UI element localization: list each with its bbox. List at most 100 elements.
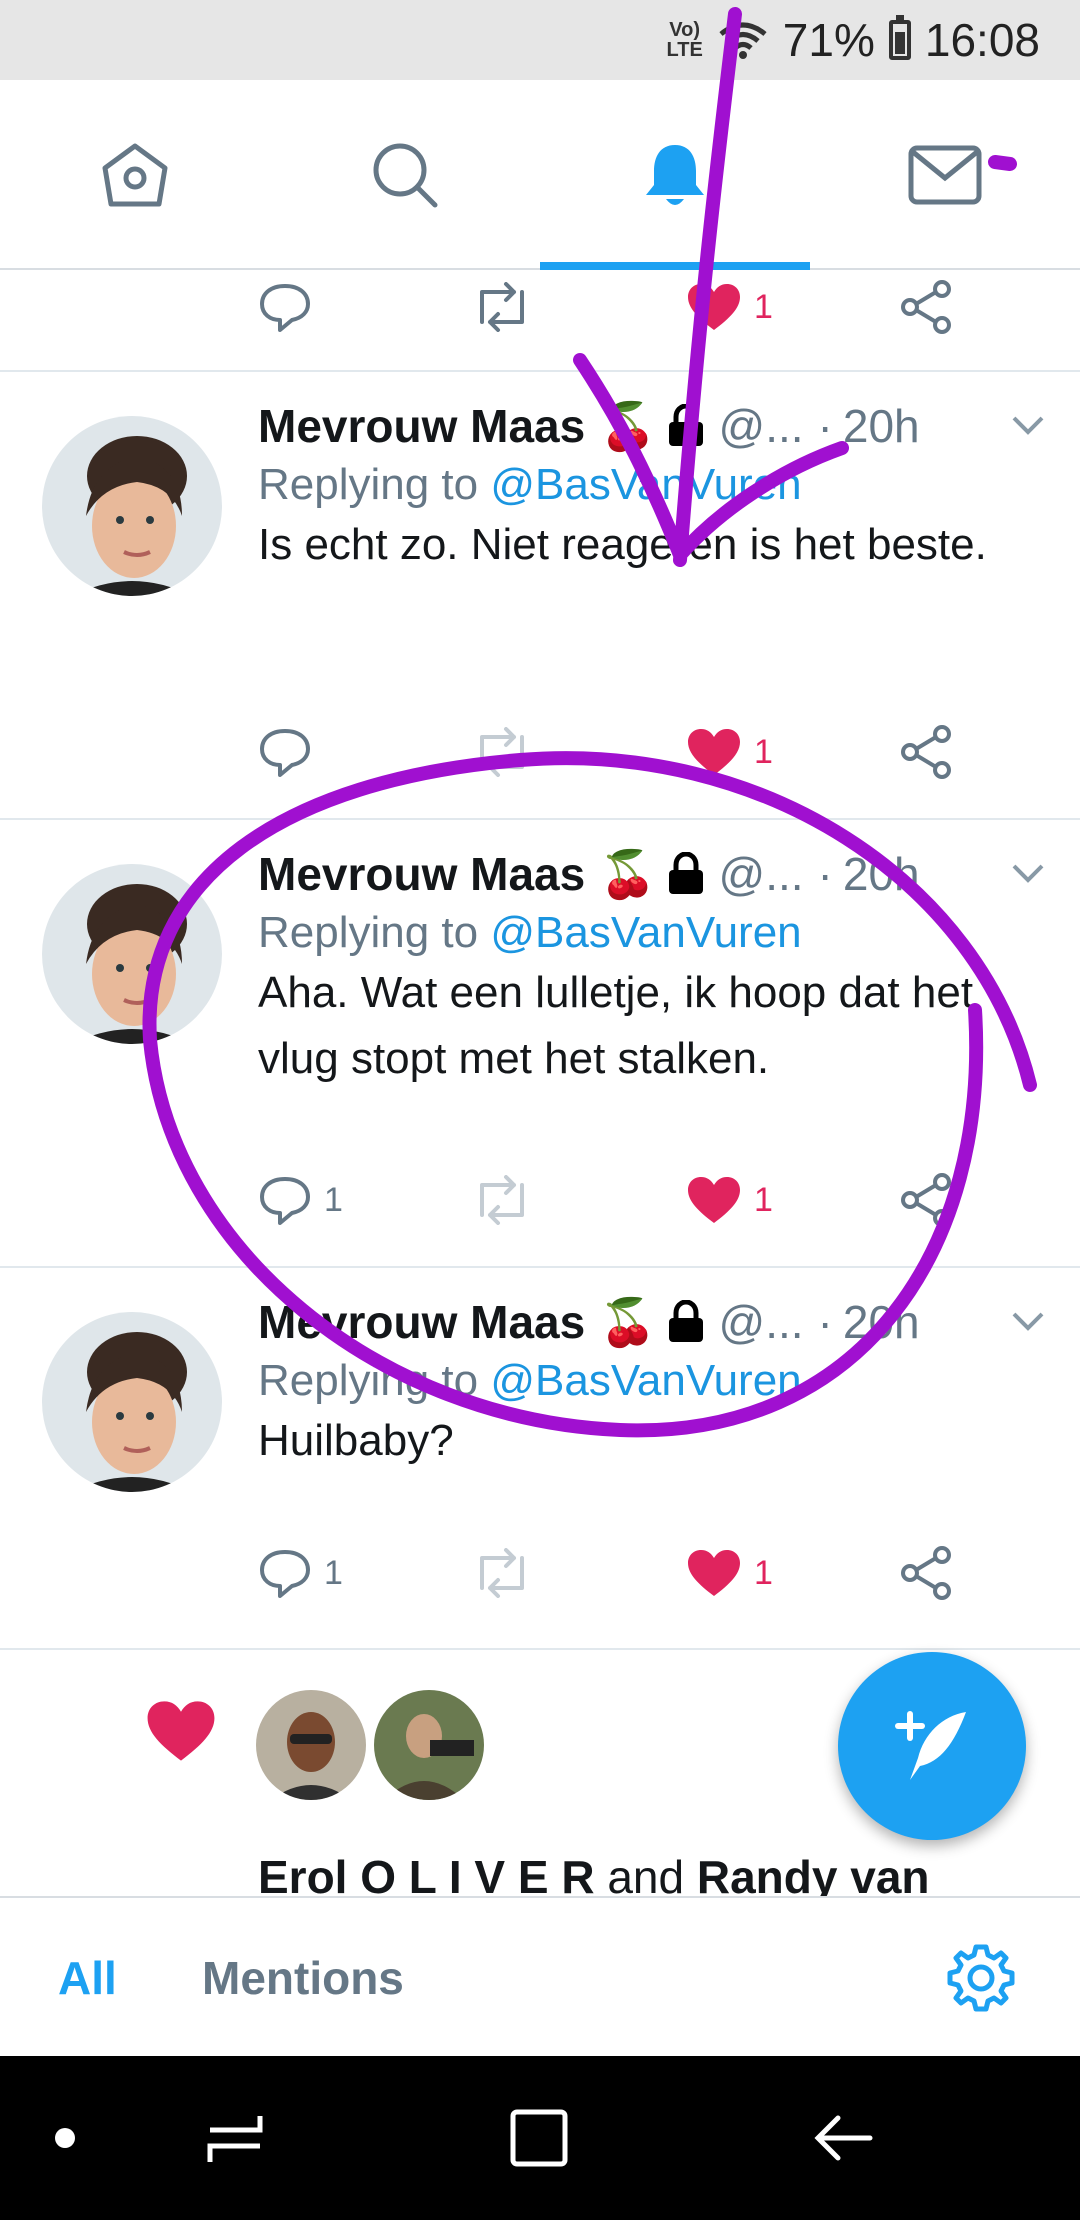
cherry-emoji: 🍒: [599, 847, 657, 900]
back-arrow-icon: [814, 2115, 873, 2161]
android-nav-bar: [0, 2056, 1080, 2220]
tweet-text: Is echt zo. Niet reageren is het beste.: [258, 520, 987, 569]
heart-icon: [688, 1550, 740, 1596]
heart-icon: [147, 1701, 215, 1761]
tweet-author-emojis: 🍒: [599, 399, 704, 454]
share-button[interactable]: [898, 717, 954, 787]
battery-icon: [888, 15, 911, 60]
tab-search[interactable]: [270, 80, 540, 270]
chevron-down-icon[interactable]: [1006, 402, 1050, 446]
tab-home[interactable]: [0, 80, 270, 270]
share-button[interactable]: [898, 1538, 954, 1608]
tweet-time: 20h: [842, 1296, 920, 1348]
top-nav: [0, 80, 1080, 270]
retweet-button[interactable]: [470, 1538, 534, 1608]
avatar[interactable]: [42, 864, 222, 1044]
cherry-emoji: 🍒: [599, 1295, 657, 1348]
replying-to-label: Replying to: [258, 460, 491, 509]
tweet-actions: 1: [258, 272, 978, 342]
avatar[interactable]: [42, 416, 222, 596]
like-count: 1: [754, 1180, 773, 1219]
connector: and: [594, 1851, 697, 1896]
reply-button[interactable]: 1: [258, 1538, 343, 1608]
replying-to-handle[interactable]: @BasVanVuren: [490, 908, 801, 957]
retweet-button[interactable]: [470, 272, 534, 342]
tweet-handle[interactable]: @...: [719, 847, 804, 901]
like-button[interactable]: 1: [686, 717, 773, 787]
retweet-icon: [480, 282, 524, 332]
tab-all[interactable]: All: [58, 1898, 117, 2058]
replying-to-handle[interactable]: @BasVanVuren: [490, 1356, 801, 1405]
recent-apps-icon: [207, 2116, 263, 2162]
gear-icon: [947, 1944, 1015, 2012]
liker-name[interactable]: Randy van: [697, 1851, 930, 1896]
nav-dot[interactable]: [30, 2056, 100, 2220]
tab-mentions[interactable]: Mentions: [202, 1898, 404, 2058]
tweet-actions: 1: [258, 717, 978, 787]
avatar[interactable]: [42, 1312, 222, 1492]
reply-button[interactable]: [258, 717, 324, 787]
avatar[interactable]: [256, 1690, 366, 1800]
liker-name[interactable]: Erol O L I V E R: [258, 1851, 595, 1896]
reply-button[interactable]: 1: [258, 1165, 343, 1235]
replying-to: Replying to @BasVanVuren: [258, 460, 802, 510]
tweet-text: Aha. Wat een lulletje, ik hoop dat het v…: [258, 968, 974, 1083]
lock-icon: [668, 852, 703, 894]
share-button[interactable]: [898, 1165, 954, 1235]
replying-to-handle[interactable]: @BasVanVuren: [490, 460, 801, 509]
tweet-handle[interactable]: @...: [719, 399, 804, 453]
heart-icon: [688, 1177, 740, 1223]
replying-to: Replying to @BasVanVuren: [258, 1356, 802, 1406]
tweet-author-name[interactable]: Mevrouw Maas: [258, 847, 585, 901]
like-count: 1: [754, 287, 773, 326]
settings-button[interactable]: [944, 1898, 1018, 2058]
separator-dot: ·: [817, 400, 833, 452]
tweet-actions: 1 1: [258, 1165, 978, 1235]
like-button[interactable]: 1: [686, 1165, 773, 1235]
like-count: 1: [754, 1553, 773, 1592]
tweet-header: Mevrouw Maas 🍒 @... · 20h: [258, 396, 1050, 456]
reply-icon: [260, 729, 310, 777]
notification-filter-tabs: All Mentions: [0, 1896, 1080, 2056]
like-count: 1: [754, 732, 773, 771]
compose-feather-icon: [895, 1711, 966, 1780]
tweet-text: Huilbaby?: [258, 1416, 454, 1465]
compose-tweet-button[interactable]: [838, 1652, 1026, 1840]
separator-dot: ·: [817, 848, 833, 900]
tweet-author-name[interactable]: Mevrouw Maas: [258, 1295, 585, 1349]
retweet-button[interactable]: [470, 717, 534, 787]
status-right: Vo) LTE 71% 16:08: [667, 0, 1041, 80]
tweet-author-name[interactable]: Mevrouw Maas: [258, 399, 585, 453]
replying-to-label: Replying to: [258, 908, 491, 957]
tweet[interactable]: Mevrouw Maas 🍒 @... · 20h Replying to @B…: [0, 372, 1080, 820]
reply-count: 1: [324, 1553, 343, 1592]
share-button[interactable]: [898, 272, 954, 342]
lock-icon: [668, 404, 703, 446]
like-button[interactable]: 1: [686, 1538, 773, 1608]
share-icon: [901, 1546, 951, 1600]
clock: 16:08: [924, 14, 1040, 66]
retweet-icon: [480, 1548, 524, 1598]
tweet[interactable]: Mevrouw Maas 🍒 @... · 20h Replying to @B…: [0, 1268, 1080, 1650]
active-tab-indicator: [540, 262, 810, 270]
avatar[interactable]: [374, 1690, 484, 1800]
recent-apps-button[interactable]: [180, 2056, 290, 2220]
retweet-button[interactable]: [470, 1165, 534, 1235]
tweet[interactable]: Mevrouw Maas 🍒 @... · 20h Replying to @B…: [0, 820, 1080, 1268]
share-icon: [901, 280, 951, 334]
chevron-down-icon[interactable]: [1006, 1298, 1050, 1342]
tweet-partial[interactable]: 1: [0, 272, 1080, 372]
separator-dot: ·: [817, 1296, 833, 1348]
status-bar: Vo) LTE 71% 16:08: [0, 0, 1080, 80]
back-button[interactable]: [790, 2056, 900, 2220]
like-button[interactable]: 1: [686, 272, 773, 342]
tab-notifications[interactable]: [540, 80, 810, 270]
reply-count: 1: [324, 1180, 343, 1219]
tab-messages[interactable]: [810, 80, 1080, 270]
home-button[interactable]: [484, 2056, 594, 2220]
home-icon: [102, 143, 168, 207]
tweet-handle[interactable]: @...: [719, 1295, 804, 1349]
reply-button[interactable]: [258, 272, 312, 342]
retweet-icon: [480, 1175, 524, 1225]
chevron-down-icon[interactable]: [1006, 850, 1050, 894]
